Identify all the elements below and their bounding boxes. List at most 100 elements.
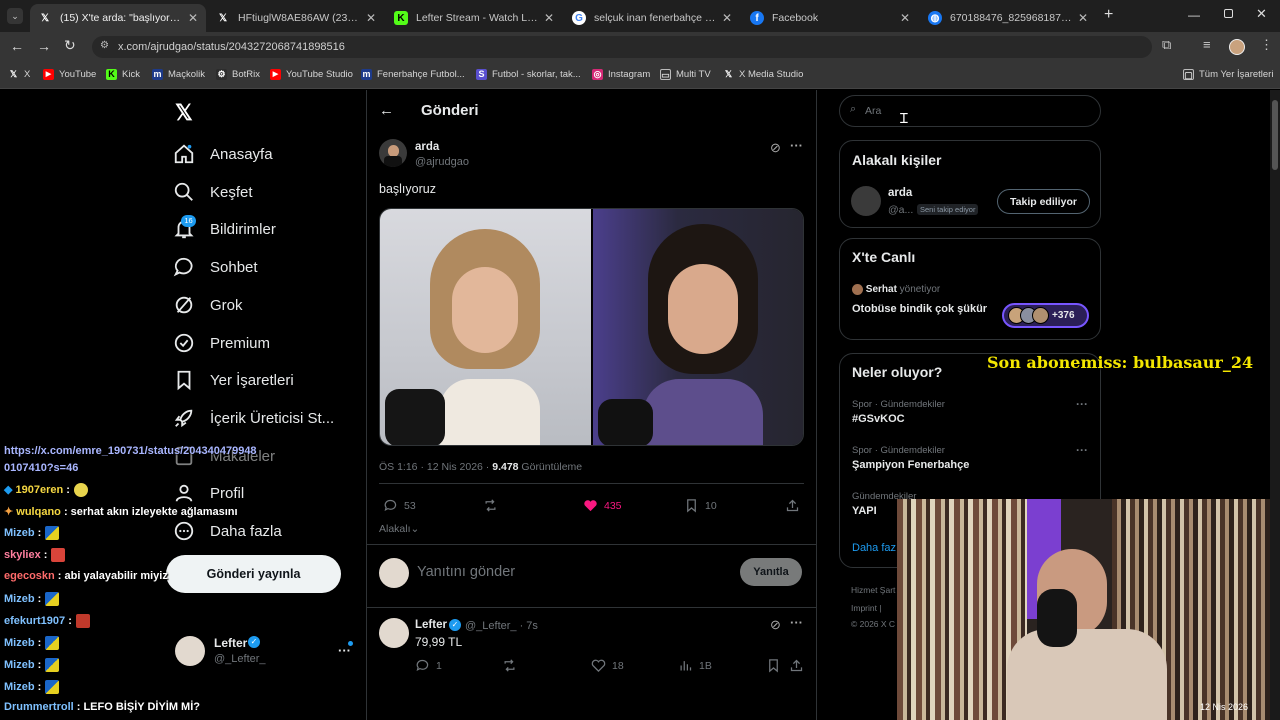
live-listeners-button[interactable]: +376 <box>1002 303 1089 328</box>
scrollbar-thumb[interactable] <box>1272 100 1278 170</box>
close-icon[interactable]: ✕ <box>1078 11 1088 25</box>
reply-author-name[interactable]: Lefter <box>415 619 447 631</box>
new-tab-button[interactable]: + <box>1104 6 1113 24</box>
reply-button[interactable]: 1 <box>415 658 442 673</box>
close-icon[interactable]: ✕ <box>900 11 910 25</box>
sidebar-item-chat[interactable]: Sohbet <box>173 256 258 278</box>
reply-input[interactable]: Yanıtını gönder <box>417 564 717 580</box>
more-icon[interactable]: ··· <box>1076 397 1088 411</box>
tab-x-post[interactable]: 𝕏 (15) X'te arda: "başlıyoruz https ✕ <box>30 4 206 32</box>
bookmark-futbol[interactable]: S Futbol - skorlar, tak... <box>476 69 581 80</box>
tab-image[interactable]: 𝕏 HFtiuglW8AE86AW (2300×1800 ✕ <box>208 4 384 32</box>
tab-search-button[interactable]: ⌄ <box>7 8 23 24</box>
views-button[interactable]: 1B <box>678 658 712 673</box>
sidebar-item-explore[interactable]: Keşfet <box>173 181 253 203</box>
more-icon[interactable]: ··· <box>1076 443 1088 457</box>
trend-item[interactable]: Spor · Gündemdekiler #GSvKOC ··· <box>852 397 1092 435</box>
close-window-button[interactable]: ✕ <box>1256 6 1267 22</box>
repost-button[interactable] <box>502 658 523 673</box>
person-name[interactable]: arda <box>888 187 912 199</box>
all-bookmarks[interactable]: ▢ Tüm Yer İşaretleri <box>1183 69 1273 80</box>
reload-icon[interactable]: ↻ <box>64 37 76 54</box>
divider <box>379 483 804 484</box>
post-button[interactable]: Gönderi yayınla <box>166 555 341 593</box>
share-button[interactable] <box>789 658 810 673</box>
account-switcher[interactable]: Lefter ✓ @_Lefter_ ··· <box>175 635 355 669</box>
tweet-media[interactable] <box>379 208 804 446</box>
avatar[interactable] <box>379 139 407 167</box>
chat-message: Mizeb : <box>4 526 60 540</box>
close-icon[interactable]: ✕ <box>722 11 732 25</box>
scrollbar[interactable] <box>1270 90 1280 720</box>
address-bar[interactable]: ⚙ x.com/ajrudgao/status/2043272068741898… <box>92 36 1152 58</box>
close-icon[interactable]: ✕ <box>188 11 198 25</box>
live-title[interactable]: Otobüse bindik çok şükür <box>852 302 992 316</box>
x-logo-icon: 𝕏 <box>724 69 733 79</box>
sidebar-item-home[interactable]: Anasayfa <box>173 143 273 165</box>
bookmark-label: Futbol - skorlar, tak... <box>492 69 581 80</box>
tweet-author-handle[interactable]: @ajrudgao <box>415 156 469 168</box>
tab-kick[interactable]: K Lefter Stream - Watch Live on K ✕ <box>386 4 562 32</box>
show-more-link[interactable]: Daha faz <box>852 542 896 554</box>
footer-terms[interactable]: Hizmet Şart <box>851 585 895 595</box>
flashscore-icon: S <box>476 69 487 80</box>
bookmark-botrix[interactable]: ⚙ BotRix <box>216 69 260 80</box>
media-icon[interactable]: ≡ <box>1203 37 1211 52</box>
maximize-button[interactable] <box>1224 9 1233 18</box>
avatar[interactable] <box>1229 39 1245 55</box>
bookmark-kick[interactable]: K Kick <box>106 69 140 80</box>
sidebar-item-bookmarks[interactable]: Yer İşaretleri <box>173 369 294 391</box>
bookmark-mackolik[interactable]: m Maçkolik <box>152 69 205 80</box>
sidebar-item-creator-studio[interactable]: İçerik Üreticisi St... <box>173 407 334 429</box>
close-icon[interactable]: ✕ <box>544 11 554 25</box>
bookmark-x[interactable]: 𝕏X <box>8 69 30 80</box>
reply-submit-button[interactable]: Yanıtla <box>740 558 802 586</box>
bookmark-fenerbahce[interactable]: m Fenerbahçe Futbol... <box>361 69 465 80</box>
bookmark-multitv[interactable]: ▭ Multi TV <box>660 69 711 80</box>
back-icon[interactable]: ← <box>10 38 24 54</box>
search-input[interactable]: ⌕ Ara <box>839 95 1101 127</box>
bookmark-button[interactable] <box>766 658 787 673</box>
sidebar-item-more[interactable]: Daha fazla <box>173 520 282 542</box>
avatar[interactable] <box>851 186 881 216</box>
sidebar-item-profile[interactable]: Profil <box>173 482 244 504</box>
forward-icon[interactable]: → <box>37 38 51 54</box>
tweet-author-name[interactable]: arda <box>415 141 439 153</box>
tweet-timestamp[interactable]: ÖS 1:16 · 12 Nis 2026 · <box>379 461 492 473</box>
tab-globe[interactable]: ◍ 670188476_825968187212234_ ✕ <box>920 4 1096 32</box>
share-button[interactable] <box>785 498 806 513</box>
repost-button[interactable] <box>483 498 504 513</box>
more-icon[interactable]: ··· <box>790 615 803 630</box>
youtube-icon: ▶ <box>270 69 281 80</box>
bookmark-x-media-studio[interactable]: 𝕏 X Media Studio <box>723 69 804 80</box>
bookmark-youtube-studio[interactable]: ▶ YouTube Studio <box>270 69 353 80</box>
extensions-icon[interactable]: ⧉ <box>1162 37 1171 53</box>
reply-author-handle[interactable]: @_Lefter_ · 7s <box>465 620 538 632</box>
bookmark-button[interactable]: 10 <box>684 498 717 513</box>
sidebar-item-premium[interactable]: Premium <box>173 332 270 354</box>
like-button[interactable]: 18 <box>591 658 624 673</box>
close-icon[interactable]: ✕ <box>366 11 376 25</box>
avatar[interactable] <box>379 618 409 648</box>
grok-icon[interactable]: ⊘ <box>770 140 781 156</box>
footer-imprint[interactable]: Imprint | <box>851 603 882 613</box>
reply-button[interactable]: 53 <box>383 498 416 513</box>
bookmark-instagram[interactable]: ◎ Instagram <box>592 69 650 80</box>
sidebar-item-grok[interactable]: Grok <box>173 294 243 316</box>
following-button[interactable]: Takip ediliyor <box>997 189 1090 214</box>
x-logo-icon[interactable]: 𝕏 <box>175 100 193 126</box>
back-icon[interactable]: ← <box>379 102 394 119</box>
grok-icon[interactable]: ⊘ <box>770 617 781 633</box>
bookmark-youtube[interactable]: ▶ YouTube <box>43 69 96 80</box>
site-info-icon[interactable]: ⚙ <box>100 40 109 51</box>
more-icon[interactable]: ··· <box>790 138 803 153</box>
sort-replies-dropdown[interactable]: Alakalı⌄ <box>379 523 419 535</box>
menu-icon[interactable]: ⋮ <box>1260 37 1273 53</box>
minimize-button[interactable]: — <box>1188 8 1200 22</box>
x-logo-icon: 𝕏 <box>40 12 50 24</box>
tab-google[interactable]: G selçuk inan fenerbahçe - Googl ✕ <box>564 4 740 32</box>
tab-facebook[interactable]: f Facebook ✕ <box>742 4 918 32</box>
trend-item[interactable]: Spor · Gündemdekiler Şampiyon Fenerbahçe… <box>852 443 1092 481</box>
chat-link[interactable]: https://x.com/emre_190731/status/2043404… <box>4 443 257 477</box>
like-button[interactable]: 435 <box>583 498 622 513</box>
